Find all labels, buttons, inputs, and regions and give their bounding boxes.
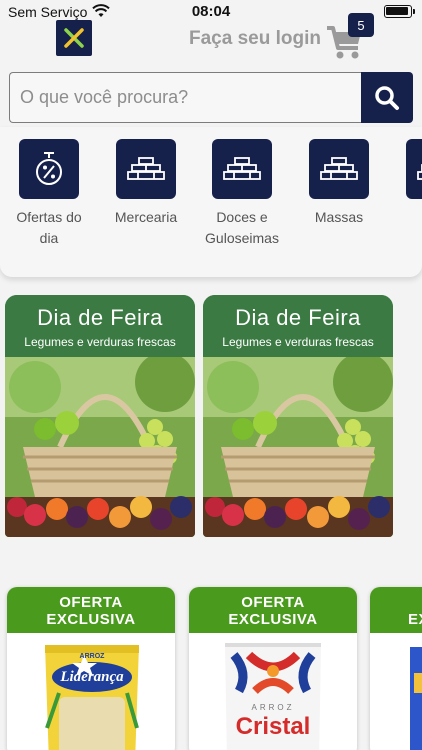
app-screen: Sem Serviço 08:04 Faça seu login 5 Ofert… [0, 0, 422, 750]
search-icon [375, 85, 399, 110]
category-label: Ofertas do dia [16, 209, 82, 246]
category-label: Mercearia [114, 209, 178, 225]
offer-tag: OFERTA EXCLUSIVA [189, 587, 357, 633]
category-label: C [393, 207, 422, 228]
offer-card[interactable]: EX [370, 587, 422, 750]
fruit-basket-image [5, 352, 195, 537]
fruit-basket-image [203, 352, 393, 537]
product-type-text: ARROZ [79, 653, 105, 660]
product-image [370, 633, 422, 750]
product-image: ARROZ Cristal [189, 633, 357, 750]
offer-tag-line1: OFERTA [241, 594, 305, 611]
banner-title: Dia de Feira [235, 305, 361, 330]
app-logo[interactable] [56, 20, 92, 56]
banner-header: Dia de Feira Legumes e verduras frescas [203, 295, 393, 357]
discount-tag-icon [19, 139, 79, 199]
login-link[interactable]: Faça seu login [189, 28, 321, 50]
category-massas[interactable]: Massas [296, 139, 382, 228]
banner-subtitle: Legumes e verduras frescas [222, 335, 374, 349]
store-icon [406, 139, 422, 199]
category-label: Massas [314, 209, 364, 225]
product-brand-text: Liderança [60, 669, 124, 685]
search-bar [9, 72, 413, 123]
offer-card[interactable]: OFERTA EXCLUSIVA ARROZ Liderança [7, 587, 175, 750]
category-ofertas-do-dia[interactable]: Ofertas do dia [6, 139, 92, 249]
store-icon [116, 139, 176, 199]
product-image: ARROZ Liderança [7, 633, 175, 750]
promo-banner[interactable]: Dia de Feira Legumes e verduras frescas [5, 295, 195, 537]
search-input[interactable] [9, 72, 361, 123]
banner-header: Dia de Feira Legumes e verduras frescas [5, 295, 195, 357]
promo-banner[interactable]: Dia de Feira Legumes e verduras frescas [203, 295, 393, 537]
battery-icon [384, 5, 412, 18]
offer-tag: OFERTA EXCLUSIVA [7, 587, 175, 633]
offer-tag: EX [370, 587, 422, 633]
offer-tag-line1: OFERTA [59, 594, 123, 611]
product-type-text: ARROZ [251, 703, 295, 712]
offer-card[interactable]: OFERTA EXCLUSIVA ARROZ Cristal [189, 587, 357, 750]
search-button[interactable] [361, 72, 413, 123]
offer-tag-line1 [408, 594, 422, 611]
category-carousel[interactable]: Ofertas do dia Mercearia Doces e Gulosei… [0, 127, 422, 277]
cart-count-badge: 5 [348, 13, 374, 37]
banner-title: Dia de Feira [37, 305, 163, 330]
category-label: Doces e Guloseimas [205, 209, 279, 246]
category-doces-e-guloseimas[interactable]: Doces e Guloseimas [199, 139, 285, 249]
store-icon [212, 139, 272, 199]
banner-subtitle: Legumes e verduras frescas [24, 335, 176, 349]
offer-tag-line2: EX [408, 611, 422, 628]
store-icon [309, 139, 369, 199]
offer-tag-line2: EXCLUSIVA [228, 611, 318, 628]
category-mercearia[interactable]: Mercearia [103, 139, 189, 228]
product-brand-text: Cristal [235, 713, 311, 740]
category-partial[interactable]: C [393, 139, 422, 228]
offer-tag-line2: EXCLUSIVA [46, 611, 136, 628]
battery-tip [413, 9, 415, 14]
